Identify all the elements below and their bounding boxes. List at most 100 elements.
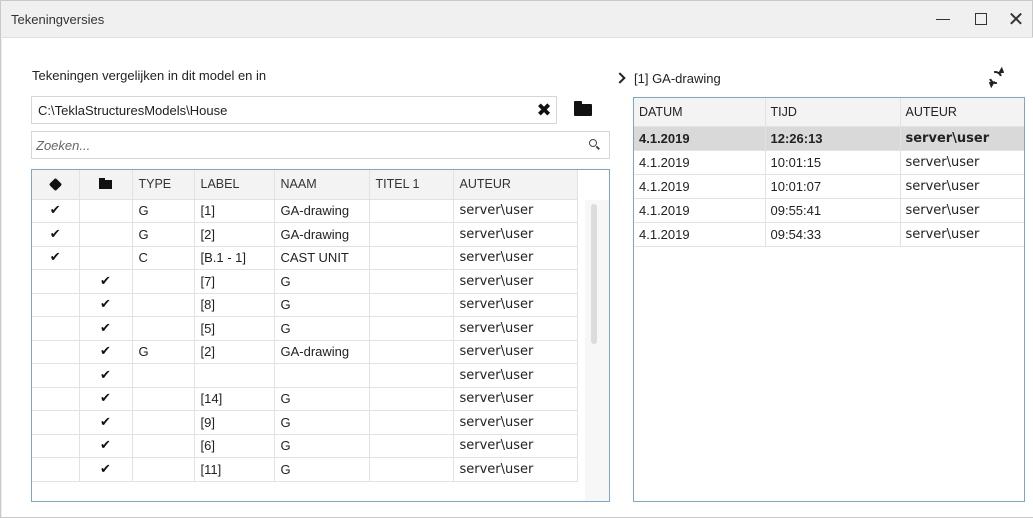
naam-cell: G	[274, 457, 370, 482]
selected-drawing-header[interactable]: [1] GA-drawing	[614, 71, 721, 86]
col-header-naam[interactable]: NAAM	[274, 170, 370, 200]
auteur-cell: server\user	[453, 363, 578, 388]
model-check-cell	[32, 410, 80, 435]
table-row[interactable]: ✔ G [1] GA-drawing server\user	[32, 199, 578, 223]
col-header-titel[interactable]: TITEL 1	[369, 170, 454, 200]
refresh-button[interactable]	[986, 66, 1007, 89]
naam-cell: G	[274, 434, 370, 458]
title-bar[interactable]: Tekeningversies ✕	[1, 1, 1032, 37]
search-icon[interactable]	[588, 138, 602, 152]
folder-check-cell: ✔	[79, 316, 133, 341]
tijd-cell: 09:54:33	[765, 222, 901, 247]
maximize-icon	[975, 13, 987, 25]
auteur-cell: server\user	[453, 293, 578, 317]
version-row[interactable]: 4.1.2019 09:55:41 server\user	[634, 198, 1024, 223]
model-check-cell	[32, 434, 80, 458]
datum-cell: 4.1.2019	[634, 222, 766, 247]
table-row[interactable]: ✔ [14] Gserver\user	[32, 387, 578, 411]
titel-cell	[369, 410, 454, 435]
model-check-cell	[32, 363, 80, 388]
version-row[interactable]: 4.1.2019 10:01:07 server\user	[634, 174, 1024, 199]
tijd-cell: 12:26:13	[765, 126, 901, 151]
col-header-auteur[interactable]: AUTEUR	[453, 170, 578, 200]
maximize-button[interactable]	[969, 7, 993, 31]
table-row[interactable]: ✔ server\user	[32, 363, 578, 388]
compare-label: Tekeningen vergelijken in dit model en i…	[32, 68, 267, 83]
type-cell	[132, 387, 195, 411]
auteur-cell: server\user	[900, 174, 1024, 199]
minimize-button[interactable]	[931, 7, 955, 31]
folder-check-cell: ✔	[79, 340, 133, 364]
model-check-cell	[32, 387, 80, 411]
drawings-table: TYPE LABEL NAAM TITEL 1 AUTEUR ✔ G [1] GA-d…	[32, 170, 578, 482]
close-button[interactable]: ✕	[1004, 7, 1028, 31]
tijd-cell: 09:55:41	[765, 198, 901, 223]
col-header-type[interactable]: TYPE	[132, 170, 195, 200]
col-header-folder[interactable]	[79, 170, 133, 200]
type-cell	[132, 363, 195, 388]
titel-cell	[369, 457, 454, 482]
folder-check-cell: ✔	[79, 387, 133, 411]
folder-check-cell: ✔	[79, 363, 133, 388]
model-check-cell	[32, 340, 80, 364]
auteur-cell: server\user	[453, 316, 578, 341]
col-header-datum[interactable]: DATUM	[634, 98, 766, 127]
versions-header-row: DATUM TIJD AUTEUR	[634, 98, 1024, 127]
scrollbar-thumb[interactable]	[591, 204, 597, 344]
type-cell	[132, 269, 195, 294]
datum-cell: 4.1.2019	[634, 126, 766, 151]
type-cell	[132, 316, 195, 341]
folder-check-cell	[79, 222, 133, 247]
table-row[interactable]: ✔ [11] Gserver\user	[32, 457, 578, 482]
label-cell	[194, 363, 275, 388]
table-row[interactable]: ✔ [6] Gserver\user	[32, 434, 578, 458]
chevron-right-icon	[614, 72, 626, 84]
folder-check-cell: ✔	[79, 410, 133, 435]
auteur-cell: server\user	[900, 150, 1024, 175]
label-cell: [14]	[194, 387, 275, 411]
label-cell: [9]	[194, 410, 275, 435]
dialog-content: Tekeningen vergelijken in dit model en i…	[2, 37, 1033, 517]
version-row[interactable]: 4.1.2019 09:54:33 server\user	[634, 222, 1024, 247]
col-header-label[interactable]: LABEL	[194, 170, 275, 200]
search-field[interactable]	[31, 131, 610, 159]
label-cell: [2]	[194, 222, 275, 247]
naam-cell	[274, 363, 370, 388]
folder-check-cell: ✔	[79, 434, 133, 458]
model-path-field[interactable]: C:\TeklaStructuresModels\House ✖	[31, 96, 557, 124]
type-cell	[132, 293, 195, 317]
version-row[interactable]: 4.1.2019 10:01:15 server\user	[634, 150, 1024, 175]
drawing-versions-window: Tekeningversies ✕ Tekeningen vergelijken…	[0, 0, 1033, 518]
search-input[interactable]	[36, 136, 576, 154]
label-cell: [6]	[194, 434, 275, 458]
clear-path-button[interactable]: ✖	[534, 100, 554, 121]
type-cell: C	[132, 246, 195, 270]
label-cell: [8]	[194, 293, 275, 317]
table-row[interactable]: ✔ [8] Gserver\user	[32, 293, 578, 317]
model-check-cell	[32, 269, 80, 294]
browse-folder-button[interactable]	[572, 100, 596, 120]
naam-cell: GA-drawing	[274, 340, 370, 364]
datum-cell: 4.1.2019	[634, 150, 766, 175]
col-header-tijd[interactable]: TIJD	[765, 98, 901, 127]
auteur-cell: server\user	[453, 457, 578, 482]
table-row[interactable]: ✔ G [2] GA-drawing server\user	[32, 340, 578, 364]
type-cell	[132, 410, 195, 435]
titel-cell	[369, 293, 454, 317]
model-check-cell	[32, 316, 80, 341]
table-row[interactable]: ✔ G [2] GA-drawing server\user	[32, 222, 578, 247]
table-row[interactable]: ✔ [7] Gserver\user	[32, 269, 578, 294]
titel-cell	[369, 199, 454, 223]
col-header-model[interactable]	[32, 170, 80, 200]
table-row[interactable]: ✔ C [B.1 - 1] CAST UNIT server\user	[32, 246, 578, 270]
version-row[interactable]: 4.1.2019 12:26:13 server\user	[634, 126, 1024, 151]
label-cell: [5]	[194, 316, 275, 341]
table-row[interactable]: ✔ [9] Gserver\user	[32, 410, 578, 435]
naam-cell: G	[274, 316, 370, 341]
col-header-auteur[interactable]: AUTEUR	[900, 98, 1024, 127]
model-path-value: C:\TeklaStructuresModels\House	[38, 103, 228, 118]
selected-drawing-label: [1] GA-drawing	[634, 71, 721, 86]
vertical-scrollbar[interactable]	[585, 200, 609, 501]
naam-cell: GA-drawing	[274, 222, 370, 247]
table-row[interactable]: ✔ [5] Gserver\user	[32, 316, 578, 341]
